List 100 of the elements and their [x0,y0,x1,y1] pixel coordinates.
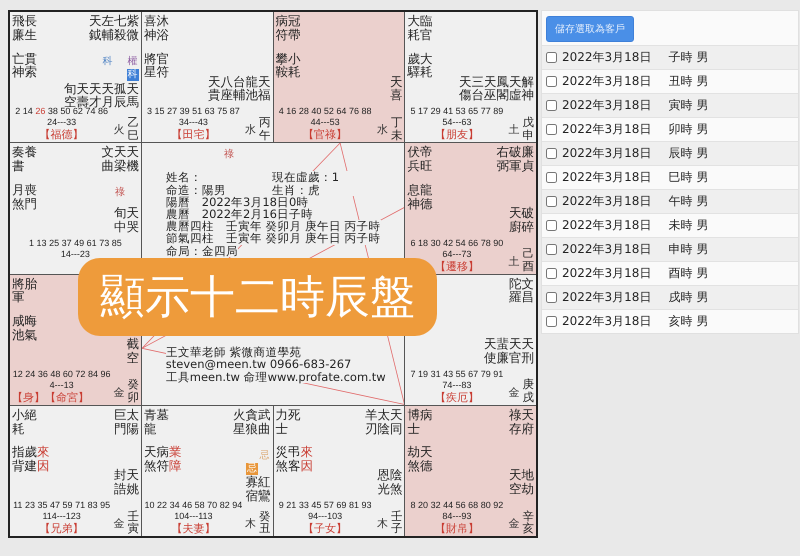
main-star-label: 太陰 [377,408,390,436]
element-label: 火 [113,122,124,138]
birth-date: 2022年3月18日 [562,241,652,258]
birth-hour: 子時 男 [668,49,708,66]
age-number: 16 [286,106,296,116]
row-checkbox[interactable] [546,76,557,87]
row-checkbox[interactable] [546,292,557,303]
element-label: 土 [508,122,520,138]
spirit-star-label: 息神 [407,182,420,210]
age-number: 39 [180,106,190,116]
age-number: 93 [361,500,372,510]
age-number: 19 [418,368,428,379]
age-range: 54---63 [442,117,472,128]
minor-star-label: 天使 [484,337,496,364]
main-star-label: 破軍 [509,145,522,173]
stem-branch-label: 辛亥 [522,510,534,535]
palace-name: 【遷移】 [434,260,479,272]
age-number: 62 [72,106,83,116]
age-number: 3 [147,106,152,116]
minor-star-label: 孤辰 [114,82,126,109]
birth-hour: 亥時 男 [668,313,708,330]
birth-date: 2022年3月18日 [562,217,652,234]
info-label: 命局：金四局 [166,244,238,257]
birth-date: 2022年3月18日 [562,49,652,66]
age-number: 79 [480,368,491,379]
age-number: 1 [29,238,34,248]
age-number: 59 [62,500,73,510]
spirit-star-label: 大耗 [420,52,432,79]
spirit-star-label: 指背 [12,445,24,473]
age-number: 46 [182,500,192,510]
age-number: 68 [468,500,478,510]
age-number: 74 [85,106,96,116]
spirit-star-label: 力士 [276,408,288,436]
stem-branch-label: 丙午 [259,116,270,142]
age-number: 13 [36,238,47,248]
birth-hour: 卯時 男 [668,121,708,138]
row-checkbox[interactable] [546,268,557,279]
birth-hour: 午時 男 [668,193,708,210]
transformation-tag: 忌 [246,462,258,475]
stem-branch-label: 壬子 [390,510,402,535]
minor-star-label: 破碎 [522,206,534,234]
age-number: 5 [410,106,416,116]
age-number: 49 [74,238,84,248]
row-checkbox[interactable] [546,244,557,255]
main-star-label: 天府 [522,408,534,436]
age-number: 14 [22,106,33,116]
spirit-star-label: 奏書 [12,145,24,173]
age-number: 44 [443,500,454,510]
row-checkbox[interactable] [546,148,557,159]
spirit-star-label: 死 [288,408,300,424]
age-number: 58 [194,500,205,510]
main-star-label: 貪狼 [246,408,258,436]
age-range: 114---123 [42,511,81,522]
age-range: 24---33 [47,117,76,128]
row-checkbox[interactable] [546,124,557,135]
spirit-star-label: 墓 [156,408,169,424]
palace-name: 【福德】 [40,128,84,142]
row-checkbox[interactable] [546,196,557,207]
age-number: 84 [88,368,98,379]
spirit-star-label: 咸池 [12,314,24,342]
age-number: 30 [430,238,441,248]
age-range: 64---73 [442,248,472,260]
minor-star-label: 天官 [509,337,522,364]
minor-star-label: 鳳閣 [496,74,509,102]
row-checkbox[interactable] [546,316,557,327]
spirit-star-label: 病符 [156,445,169,473]
age-number: 78 [480,238,491,248]
age-number: 70 [207,500,218,510]
age-number: 33 [298,500,309,510]
row-checkbox[interactable] [546,52,557,63]
spirit-star-label: 養 [24,145,37,162]
cause-label: 來因 [300,445,313,473]
save-button[interactable]: 儲存選取為客戶 [546,16,634,42]
main-star-label: 巨門 [114,408,126,436]
age-number: 61 [86,238,97,248]
palace-name: 【兄弟】 [40,522,84,535]
age-range: 4---13 [50,380,74,391]
birth-date: 2022年3月18日 [562,313,652,330]
minor-star-label: 紅鸞 [258,475,270,503]
palace-name: 【子女】 [303,522,348,535]
main-star-label: 廉貞 [522,145,534,173]
age-number: 47 [50,500,60,510]
age-number: 9 [278,500,284,510]
age-number: 20 [418,500,428,510]
spirit-star-label: 冠帶 [288,14,300,42]
palace-name: 【夫妻】 [171,522,216,535]
spirit-star-label: 將星 [144,52,156,79]
main-star-label: 天同 [390,408,402,436]
minor-star-label: 天空 [509,468,522,496]
minor-star-label: 天才 [88,82,102,109]
spirit-star-label: 攀鞍 [276,52,288,79]
main-star-label: 文昌 [522,276,534,304]
row-checkbox[interactable] [546,172,557,183]
birth-hour: 戌時 男 [668,289,708,306]
spirit-star-label: 帝旺 [420,145,432,173]
row-checkbox[interactable] [546,100,557,111]
age-number: 77 [480,106,491,116]
age-number: 76 [348,106,359,116]
age-range: 94---103 [308,511,342,522]
row-checkbox[interactable] [546,220,557,231]
